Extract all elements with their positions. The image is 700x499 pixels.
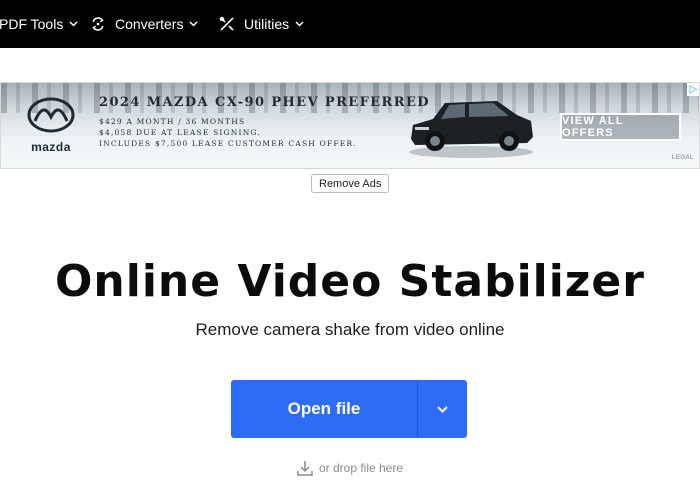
page-title: Online Video Stabilizer xyxy=(55,256,645,307)
nav-utilities[interactable]: Utilities xyxy=(219,0,304,48)
ad-line-1: $429 A MONTH / 36 MONTHS xyxy=(99,117,246,126)
mazda-wordmark: mazda xyxy=(31,140,71,154)
chevron-down-icon xyxy=(437,405,448,413)
convert-icon xyxy=(90,16,106,32)
chevron-down-icon xyxy=(69,21,78,27)
page-subtitle: Remove camera shake from video online xyxy=(195,320,505,339)
nav-pdf-tools[interactable]: PDF Tools xyxy=(0,0,78,48)
ad-line-2: $4,058 DUE AT LEASE SIGNING. xyxy=(99,128,261,137)
nav-converters-label: Converters xyxy=(115,16,184,32)
open-file-button[interactable]: Open file xyxy=(231,380,417,438)
ad-line-3: INCLUDES $7,500 LEASE CUSTOMER CASH OFFE… xyxy=(99,139,357,148)
download-icon xyxy=(297,461,313,476)
drop-hint-text: or drop file here xyxy=(318,461,404,475)
remove-ads-button[interactable]: Remove Ads xyxy=(311,174,390,193)
open-file-button-group: Open file xyxy=(231,380,467,438)
nav-pdf-tools-label: PDF Tools xyxy=(0,16,64,32)
chevron-down-icon xyxy=(295,21,304,27)
drop-hint: or drop file here xyxy=(0,460,700,476)
tools-icon xyxy=(219,16,235,32)
car-image xyxy=(409,101,533,158)
mazda-logo: mazda xyxy=(21,97,81,154)
adchoices-icon[interactable]: ▷ xyxy=(687,83,699,96)
ad-legal-link[interactable]: LEGAL xyxy=(672,155,694,161)
chevron-down-icon xyxy=(189,21,198,27)
nav-utilities-label: Utilities xyxy=(244,16,290,32)
nav-converters[interactable]: Converters xyxy=(90,0,198,48)
open-file-dropdown-button[interactable] xyxy=(418,380,467,438)
mazda-emblem-icon xyxy=(27,97,75,133)
ad-headline: 2024 MAZDA CX-90 PHEV PREFERRED xyxy=(99,95,430,110)
ad-details: $429 A MONTH / 36 MONTHS $4,058 DUE AT L… xyxy=(99,116,357,149)
view-all-offers-button[interactable]: VIEW ALL OFFERS xyxy=(560,113,681,141)
top-nav: PDF Tools Converters Utilities xyxy=(0,0,700,48)
